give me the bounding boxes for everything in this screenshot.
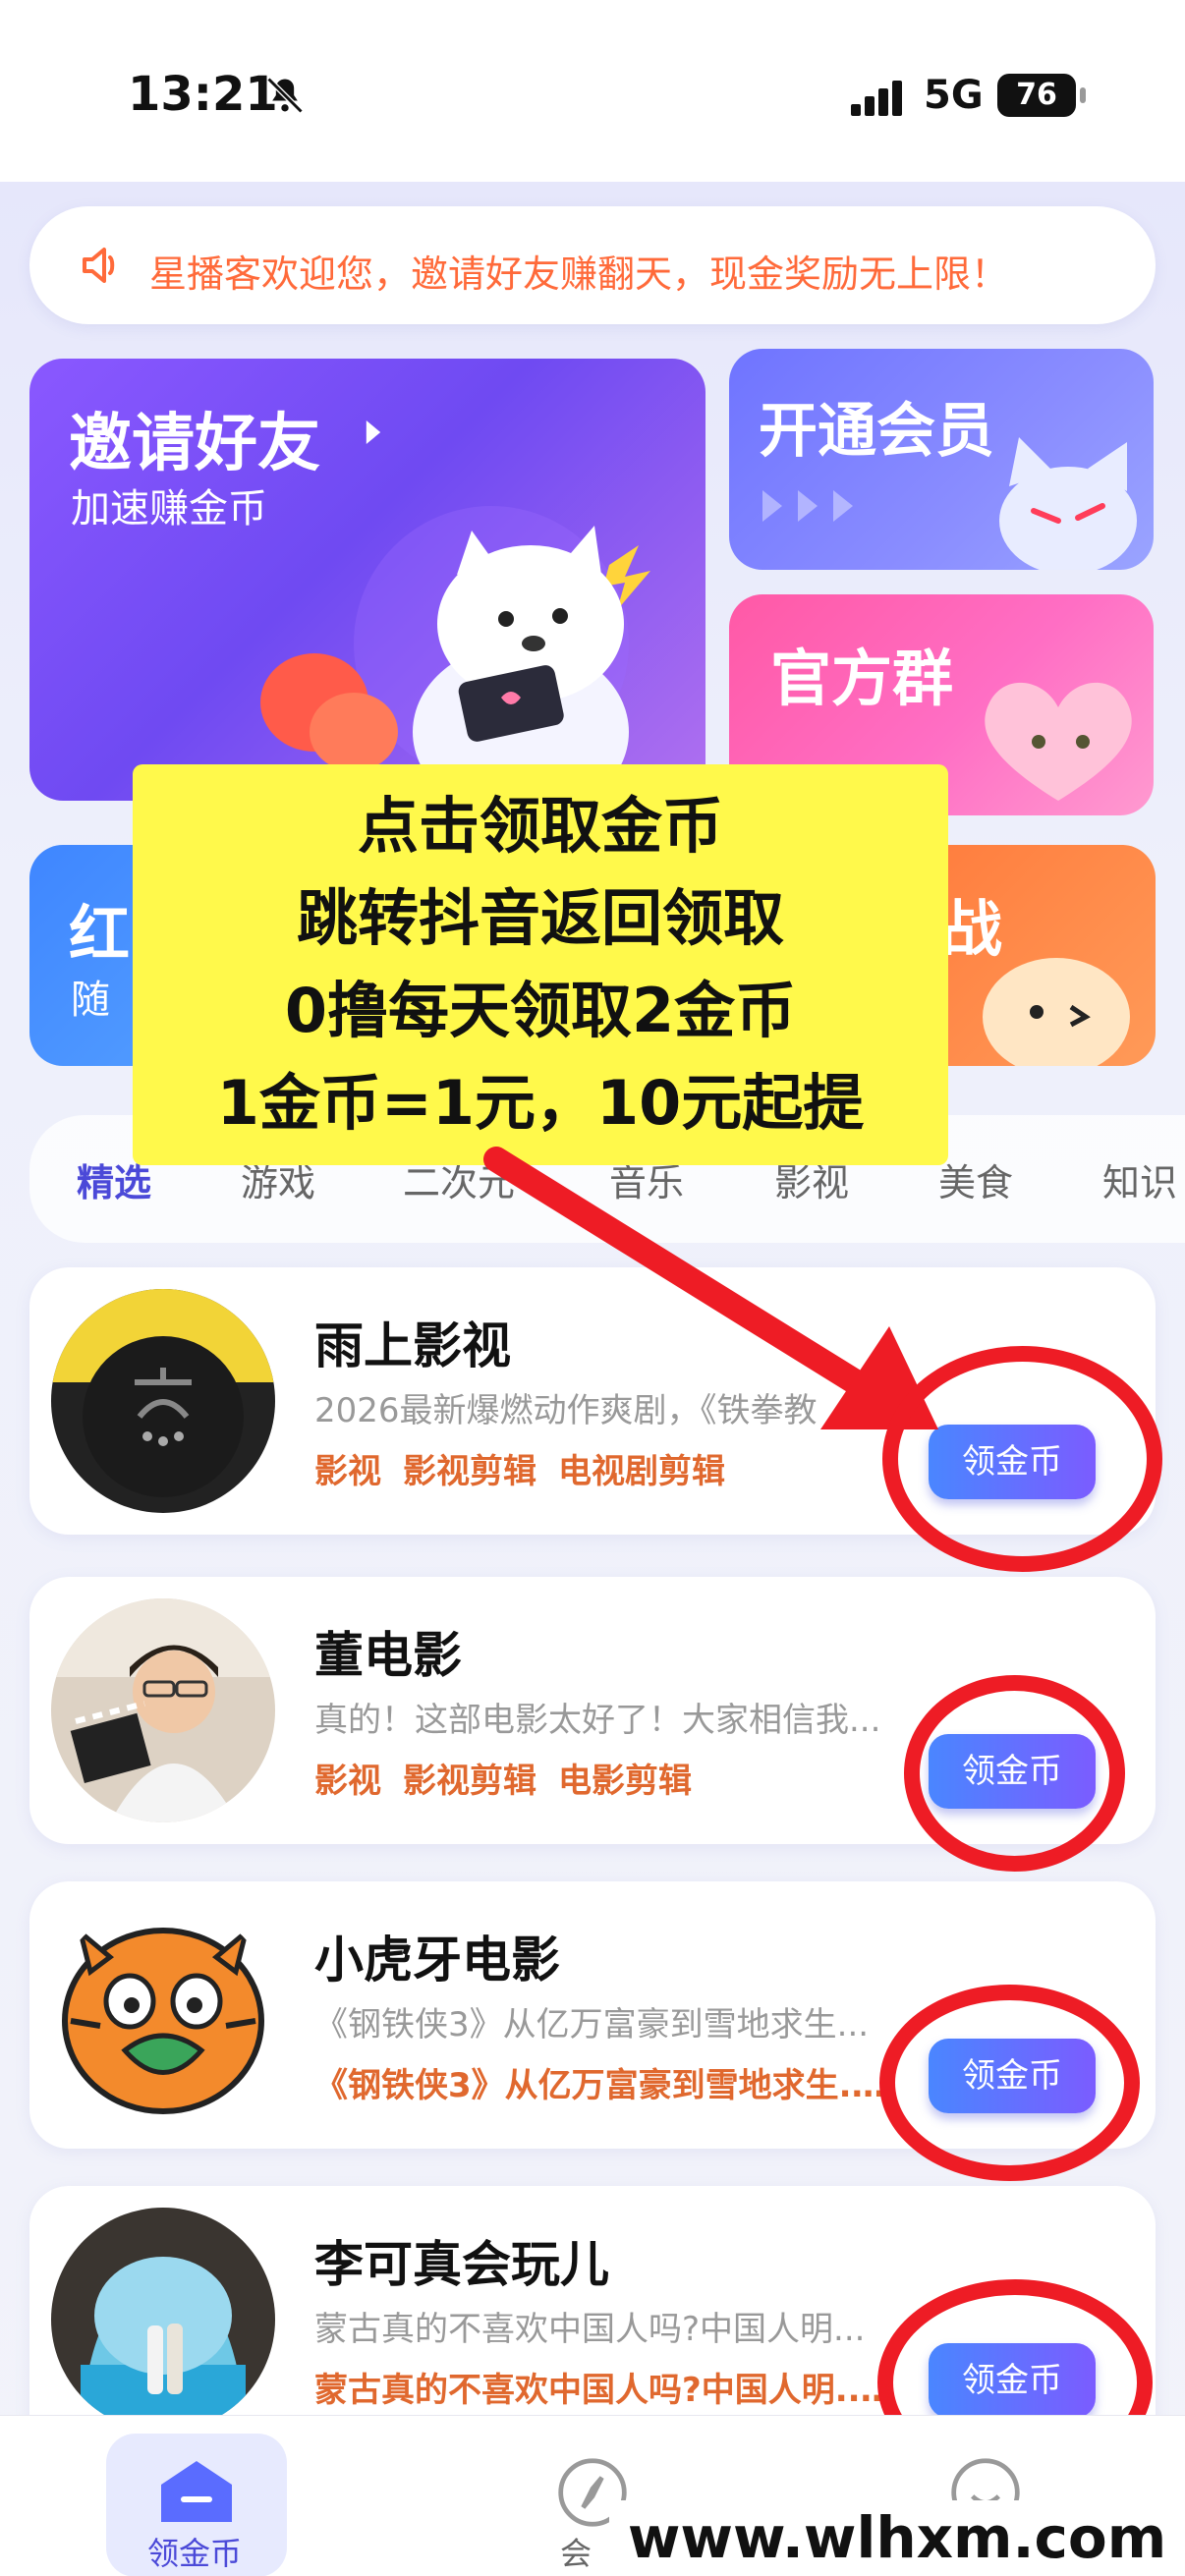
mascot-face-icon — [983, 958, 1130, 1066]
tag: 影视 — [314, 1762, 381, 1801]
overlay-line-4: 1金币=1元，10元起提 — [216, 1067, 865, 1139]
item-desc: 2026最新爆燃动作爽剧，《铁拳教 — [314, 1391, 818, 1430]
item-tags: 影视 影视剪辑 电视剧剪辑 — [314, 1444, 747, 1492]
cat-mask-icon — [999, 437, 1137, 570]
red-subtitle: 随 — [71, 978, 110, 1023]
avatar — [51, 1598, 275, 1822]
item-tags: 蒙古真的不喜欢中国人吗?中国人明... — [314, 2363, 894, 2411]
battery-icon: 76 — [997, 74, 1086, 117]
coins-home-icon — [161, 2461, 232, 2522]
triple-arrow-icon — [762, 490, 853, 522]
status-bar: 13:21 5G 76 — [0, 0, 1185, 182]
bell-muted-icon — [266, 77, 304, 114]
item-desc: 蒙古真的不喜欢中国人吗?中国人明... — [314, 2310, 866, 2349]
invite-friends-card[interactable]: 邀请好友 加速赚金币 — [29, 359, 705, 801]
tag: 影视 — [314, 1452, 381, 1491]
signal-icon — [851, 81, 902, 116]
cat-mascot-icon — [260, 506, 650, 801]
status-time: 13:21 — [128, 67, 278, 122]
speaker-icon — [83, 248, 115, 283]
tag: 电影剪辑 — [558, 1762, 692, 1801]
arrow-right-icon — [366, 420, 381, 444]
red-title: 红 — [69, 898, 131, 970]
notice-text: 星播客欢迎您，邀请好友赚翻天，现金奖励无上限！ — [149, 252, 1009, 296]
item-name: 小虎牙电影 — [314, 1932, 560, 1988]
network-type: 5G — [924, 73, 984, 118]
item-name: 董电影 — [314, 1627, 462, 1684]
tab-knowledge[interactable]: 知识 — [1102, 1152, 1177, 1206]
open-vip-card[interactable]: 开通会员 — [729, 349, 1154, 570]
overlay-line-1: 点击领取金币 — [357, 790, 723, 862]
avatar — [51, 1903, 275, 2127]
tag: 影视剪辑 — [403, 1762, 536, 1801]
annotation-circle — [904, 1675, 1125, 1872]
annotation-circle — [882, 1346, 1162, 1572]
promo-overlay: 点击领取金币 跳转抖音返回领取 0撸每天领取2金币 1金币=1元，10元起提 — [133, 764, 948, 1165]
watermark: www.wlhxm.com — [609, 2500, 1185, 2576]
tag: 影视剪辑 — [403, 1452, 536, 1491]
tab-food[interactable]: 美食 — [938, 1152, 1013, 1206]
heart-icon — [985, 682, 1132, 801]
nav-coins-label[interactable]: 领金币 — [147, 2529, 242, 2574]
annotation-circle — [879, 1985, 1140, 2181]
item-desc: 真的！这部电影太好了！大家相信我... — [314, 1701, 881, 1740]
vip-title: 开通会员 — [759, 397, 994, 466]
item-name: 李可真会玩儿 — [314, 2236, 609, 2293]
group-title: 官方群 — [770, 643, 954, 714]
tag: 电视剧剪辑 — [558, 1452, 725, 1491]
item-tags: 影视 影视剪辑 电影剪辑 — [314, 1754, 713, 1802]
tag: 蒙古真的不喜欢中国人吗?中国人明... — [314, 2371, 874, 2410]
item-name: 雨上影视 — [314, 1317, 511, 1374]
notice-bar[interactable]: 星播客欢迎您，邀请好友赚翻天，现金奖励无上限！ — [29, 206, 1156, 324]
overlay-line-3: 0撸每天领取2金币 — [284, 975, 797, 1046]
invite-title: 邀请好友 — [69, 408, 320, 480]
tag: 《钢铁侠3》从亿万富豪到雪地求生... — [314, 2066, 877, 2105]
item-tags: 《钢铁侠3》从亿万富豪到雪地求生... — [314, 2058, 894, 2106]
avatar — [51, 1289, 275, 1513]
item-desc: 《钢铁侠3》从亿万富豪到雪地求生... — [314, 2005, 870, 2044]
avatar — [51, 2208, 275, 2432]
nav-member-label[interactable]: 会 — [560, 2529, 592, 2574]
overlay-line-2: 跳转抖音返回领取 — [296, 882, 784, 954]
